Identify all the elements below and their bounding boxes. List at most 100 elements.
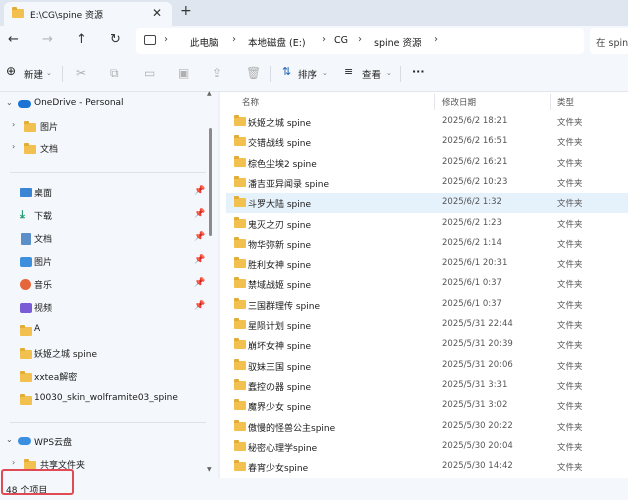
chevron-down-icon: ⌄	[386, 69, 392, 77]
file-date: 2025/5/31 20:06	[442, 359, 513, 370]
pin-icon[interactable]: 📌	[194, 255, 205, 265]
sidebar-scrollbar[interactable]: ▲ ▼	[207, 90, 213, 473]
folder-icon	[234, 135, 246, 149]
rename-icon[interactable]: ▣	[178, 66, 189, 80]
chevron-right-icon[interactable]: ›	[12, 458, 15, 467]
sidebar-item-yaoji-spine[interactable]: 妖姬之城 spine	[0, 343, 210, 365]
file-date: 2025/6/2 18:21	[442, 116, 508, 126]
pin-icon[interactable]: 📌	[194, 209, 205, 219]
breadcrumb-cg[interactable]: CG	[334, 35, 348, 46]
new-button[interactable]: 新建	[24, 67, 43, 81]
forward-button[interactable]: →	[42, 32, 53, 48]
file-row[interactable]: 鬼灭之刃 spine 2025/6/2 1:23 文件夹	[226, 214, 628, 234]
sidebar-item-onedrive[interactable]: ⌄ OneDrive - Personal	[0, 94, 210, 116]
sidebar-item-label: 图片	[40, 123, 59, 133]
chevron-right-icon: ›	[358, 34, 362, 45]
file-row[interactable]: 交错战线 spine 2025/6/2 16:51 文件夹	[226, 132, 628, 152]
file-name: 鬼灭之刃 spine	[248, 220, 312, 231]
copy-icon[interactable]: ⧉	[110, 66, 119, 81]
paste-icon[interactable]: ▭	[144, 66, 155, 80]
sidebar-item-desktop[interactable]: 桌面 📌	[0, 182, 210, 204]
file-row[interactable]: 潘吉亚异闻录 spine 2025/6/2 10:23 文件夹	[226, 173, 628, 193]
file-row[interactable]: 驭妹三国 spine 2025/5/31 20:06 文件夹	[226, 356, 628, 376]
scrollbar-thumb[interactable]	[209, 128, 212, 236]
file-row[interactable]: 秘密心理学spine 2025/5/30 20:04 文件夹	[226, 437, 628, 457]
chevron-down-icon[interactable]: ⌄	[6, 98, 13, 107]
file-name: 棕色尘埃2 spine	[248, 159, 317, 170]
back-button[interactable]: ←	[8, 32, 19, 48]
window-tab[interactable]: E:\CG\spine 资源 ✕	[4, 2, 172, 26]
file-name: 星陨计划 spine	[248, 322, 312, 332]
refresh-button[interactable]: ↻	[110, 32, 121, 48]
file-date: 2025/5/31 22:44	[442, 319, 513, 329]
file-type: 文件夹	[557, 118, 583, 128]
folder-icon	[20, 394, 32, 408]
new-tab-button[interactable]: +	[180, 3, 192, 19]
file-row[interactable]: 星陨计划 spine 2025/5/31 22:44 文件夹	[226, 315, 628, 335]
file-row[interactable]: 蠢控の器 spine 2025/5/31 3:31 文件夹	[226, 376, 628, 396]
file-row[interactable]: 禁域战姬 spine 2025/6/1 0:37 文件夹	[226, 274, 628, 294]
sidebar-item-music[interactable]: 音乐 📌	[0, 274, 210, 296]
pin-icon[interactable]: 📌	[194, 301, 205, 311]
sidebar-item-pictures[interactable]: 图片 📌	[0, 251, 210, 273]
up-button[interactable]: ↑	[76, 32, 87, 48]
breadcrumb-spine-resources[interactable]: spine 资源	[374, 35, 422, 49]
address-bar[interactable]: › 此电脑 › 本地磁盘 (E:) › CG › spine 资源 ›	[136, 28, 584, 54]
breadcrumb-local-disk[interactable]: 本地磁盘 (E:)	[248, 35, 306, 49]
delete-icon[interactable]: 🗑	[246, 66, 261, 80]
sidebar-item-label: A	[34, 324, 41, 334]
file-name: 三国群理传 spine	[248, 301, 321, 312]
sidebar-item-wolframite-spine[interactable]: 10030_skin_wolframite03_spine	[0, 389, 210, 411]
file-row[interactable]: 魔界少女 spine 2025/5/31 3:02 文件夹	[226, 396, 628, 416]
folder-icon	[234, 196, 246, 210]
file-type: 文件夹	[557, 321, 583, 331]
column-header-type[interactable]: 类型	[557, 96, 574, 108]
sort-button[interactable]: 排序	[298, 67, 317, 81]
sidebar-item-onedrive-documents[interactable]: › 文档	[0, 138, 210, 160]
file-row[interactable]: 棕色尘埃2 spine 2025/6/2 16:21 文件夹	[226, 153, 628, 173]
folder-icon	[234, 378, 246, 393]
sort-icon: ⇅	[282, 65, 292, 78]
search-input[interactable]: 在 spine 资源 中搜索	[590, 28, 628, 54]
sidebar-item-wps-cloud[interactable]: ⌄ WPS云盘	[0, 431, 210, 453]
chevron-right-icon[interactable]: ›	[12, 120, 15, 129]
file-row[interactable]: 胜利女神 spine 2025/6/1 20:31 文件夹	[226, 254, 628, 274]
file-row[interactable]: 妖姬之城 spine 2025/6/2 18:21 文件夹	[226, 112, 628, 132]
pin-icon[interactable]: 📌	[194, 278, 205, 288]
close-tab-icon[interactable]: ✕	[152, 6, 162, 20]
sidebar-item-videos[interactable]: 视频 📌	[0, 297, 210, 319]
folder-icon	[24, 143, 36, 157]
file-row[interactable]: 崩坏女神 spine 2025/5/31 20:39 文件夹	[226, 335, 628, 355]
sidebar-item-label: 音乐	[34, 281, 53, 291]
view-button[interactable]: 查看	[362, 67, 381, 81]
file-name: 蠢控の器 spine	[248, 382, 312, 393]
column-header-name[interactable]: 名称	[242, 96, 259, 108]
scroll-down-icon[interactable]: ▼	[207, 466, 212, 473]
file-row[interactable]: 春宵少女spine 2025/5/30 14:42 文件夹	[226, 457, 628, 477]
folder-icon	[234, 277, 246, 291]
file-row[interactable]: 物华弥新 spine 2025/6/2 1:14 文件夹	[226, 234, 628, 254]
sidebar-item-xxtea[interactable]: xxtea解密	[0, 366, 210, 388]
file-row[interactable]: 斗罗大陆 spine 2025/6/2 1:32 文件夹	[226, 193, 628, 214]
chevron-right-icon: ›	[434, 34, 438, 45]
pin-icon[interactable]: 📌	[194, 232, 205, 242]
sidebar-item-folder-a[interactable]: A	[0, 320, 210, 342]
title-bar: E:\CG\spine 资源 ✕ +	[0, 0, 628, 26]
scroll-up-icon[interactable]: ▲	[207, 90, 212, 97]
sidebar-item-onedrive-pictures[interactable]: › 图片	[0, 116, 210, 138]
file-date: 2025/6/2 16:51	[442, 136, 508, 147]
desktop-icon	[20, 188, 32, 200]
highlight-annotation-box	[1, 469, 74, 495]
chevron-down-icon[interactable]: ⌄	[6, 435, 13, 444]
column-header-date[interactable]: 修改日期	[442, 96, 476, 108]
file-row[interactable]: 三国群理传 spine 2025/6/1 0:37 文件夹	[226, 295, 628, 315]
cut-icon[interactable]: ✂	[76, 66, 86, 80]
share-icon[interactable]: ⇪	[212, 66, 222, 80]
more-options-button[interactable]: ···	[412, 65, 425, 78]
file-row[interactable]: 傲慢的怪兽公主spine 2025/5/30 20:22 文件夹	[226, 417, 628, 437]
sidebar-item-documents[interactable]: 文档 📌	[0, 228, 210, 250]
pin-icon[interactable]: 📌	[194, 186, 205, 196]
chevron-right-icon[interactable]: ›	[12, 142, 15, 151]
sidebar-item-downloads[interactable]: ⤓ 下载 📌	[0, 205, 210, 227]
breadcrumb-this-pc[interactable]: 此电脑	[190, 35, 219, 49]
